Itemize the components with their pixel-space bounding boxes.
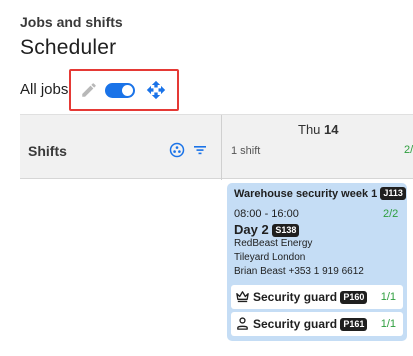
crown-icon [235,289,250,304]
day-fill-ratio: 2/2 [404,144,413,156]
role-label: Security guard P160 [253,290,368,304]
day-number: 14 [324,122,339,137]
location: Tileyard London [234,252,306,263]
shift-time: 08:00 - 16:00 [234,208,299,220]
schedule-header-row: Shifts Thu 14 1 shift 2/2 [20,114,413,180]
shifts-column-header: Shifts [28,143,67,159]
contact: Brian Beast +353 1 919 6612 [234,266,364,277]
company-name: RedBeast Energy [234,238,313,249]
shift-day-label: Day 2 S138 [234,222,300,237]
all-jobs-toggle[interactable] [105,83,135,98]
page-title: Scheduler [20,36,117,59]
person-icon [235,316,250,331]
day-header: Thu 14 [298,122,339,137]
column-divider [221,115,222,180]
breadcrumb[interactable]: Jobs and shifts [20,14,123,30]
shift-day-text: Day 2 [234,222,269,237]
all-jobs-label: All jobs [20,81,69,98]
role-label-text: Security guard [253,317,338,331]
role-code-badge: P160 [340,291,368,304]
group-icon[interactable] [169,142,185,158]
role-row[interactable]: Security guard P160 1/1 [231,285,403,309]
role-fill-ratio: 1/1 [380,318,396,330]
role-fill-ratio: 1/1 [380,291,396,303]
filter-icon[interactable] [192,142,208,158]
job-title: Warehouse security week 1 J113 [234,187,406,200]
role-label: Security guard P161 [253,317,368,331]
role-label-text: Security guard [253,290,338,304]
role-code-badge: P161 [340,318,368,331]
toggle-knob [122,85,133,96]
job-card[interactable]: Warehouse security week 1 J113 08:00 - 1… [227,183,407,341]
job-title-text: Warehouse security week 1 [234,188,378,200]
shift-code-badge: S138 [272,224,300,237]
role-row[interactable]: Security guard P161 1/1 [231,312,403,336]
move-icon[interactable] [146,80,166,100]
shift-fill-ratio: 2/2 [383,208,399,220]
job-code-badge: J113 [380,187,406,200]
shift-count: 1 shift [231,145,261,157]
pencil-icon[interactable] [80,81,98,99]
day-name: Thu [298,122,321,137]
